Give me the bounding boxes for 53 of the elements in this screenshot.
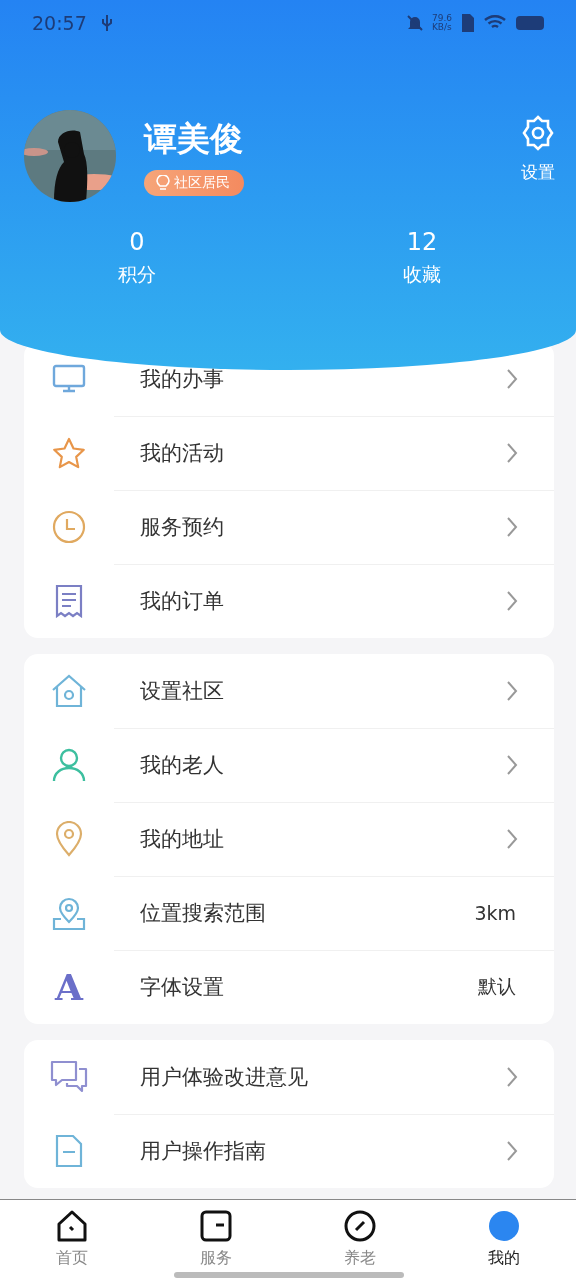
clock-icon: [52, 510, 86, 544]
chevron-icon: [506, 754, 518, 776]
profile-icon: [488, 1210, 520, 1242]
receipt-icon: [54, 584, 84, 618]
menu-item[interactable]: A 字体设置 默认: [24, 950, 554, 1024]
muted-bell-icon: [405, 14, 424, 32]
star-icon: [52, 437, 86, 469]
person-icon: [52, 748, 86, 782]
menu-item[interactable]: 设置社区: [24, 654, 554, 728]
menu-item[interactable]: 我的活动: [24, 416, 554, 490]
chevron-icon: [506, 368, 518, 390]
lightbulb-icon: [156, 174, 170, 191]
menu-item[interactable]: 我的办事: [24, 342, 554, 416]
chevron-icon: [506, 516, 518, 538]
menu-item[interactable]: 我的地址: [24, 802, 554, 876]
speed-unit: KB/s: [431, 23, 452, 32]
chevron-icon: [506, 442, 518, 464]
home-icon: [56, 1210, 88, 1242]
chevron-icon: [506, 590, 518, 612]
chevron-icon: [506, 1140, 518, 1162]
monitor-icon: [52, 364, 86, 394]
chevron-icon: [506, 680, 518, 702]
settings-icon: [520, 114, 556, 151]
tab-item[interactable]: 服务: [144, 1210, 288, 1269]
network-speed: 79.6: [431, 14, 452, 23]
menu-item[interactable]: 我的订单: [24, 564, 554, 638]
letter-icon: A: [55, 969, 83, 1005]
menu-item[interactable]: 我的老人: [24, 728, 554, 802]
usb-icon: [100, 14, 113, 32]
wifi-icon: [484, 15, 506, 31]
menu-item[interactable]: 服务预约: [24, 490, 554, 564]
status-time: 20:57: [32, 12, 87, 34]
resident-badge: 社区居民: [144, 169, 244, 196]
map-pin-icon: [51, 895, 87, 931]
document-icon: [54, 1134, 84, 1168]
menu-item[interactable]: 用户操作指南: [24, 1114, 554, 1188]
battery-icon: [516, 16, 544, 30]
tab-item[interactable]: 养老: [288, 1210, 432, 1269]
setting-value: 默认: [478, 974, 516, 999]
tab-item[interactable]: 首页: [0, 1210, 144, 1269]
setting-value: 3km: [474, 902, 516, 924]
dial-icon: [344, 1210, 376, 1242]
chat-icon: [50, 1060, 88, 1094]
user-name: 谭美俊: [144, 117, 243, 160]
menu-item[interactable]: 用户体验改进意见: [24, 1040, 554, 1114]
tab-item[interactable]: 我的: [432, 1210, 576, 1269]
chevron-icon: [506, 828, 518, 850]
sim-card-icon: [462, 14, 474, 32]
chevron-icon: [506, 1066, 518, 1088]
square-icon: [200, 1210, 232, 1242]
menu-item[interactable]: 位置搜索范围 3km: [24, 876, 554, 950]
location-pin-icon: [54, 821, 84, 857]
house-icon: [51, 674, 87, 708]
